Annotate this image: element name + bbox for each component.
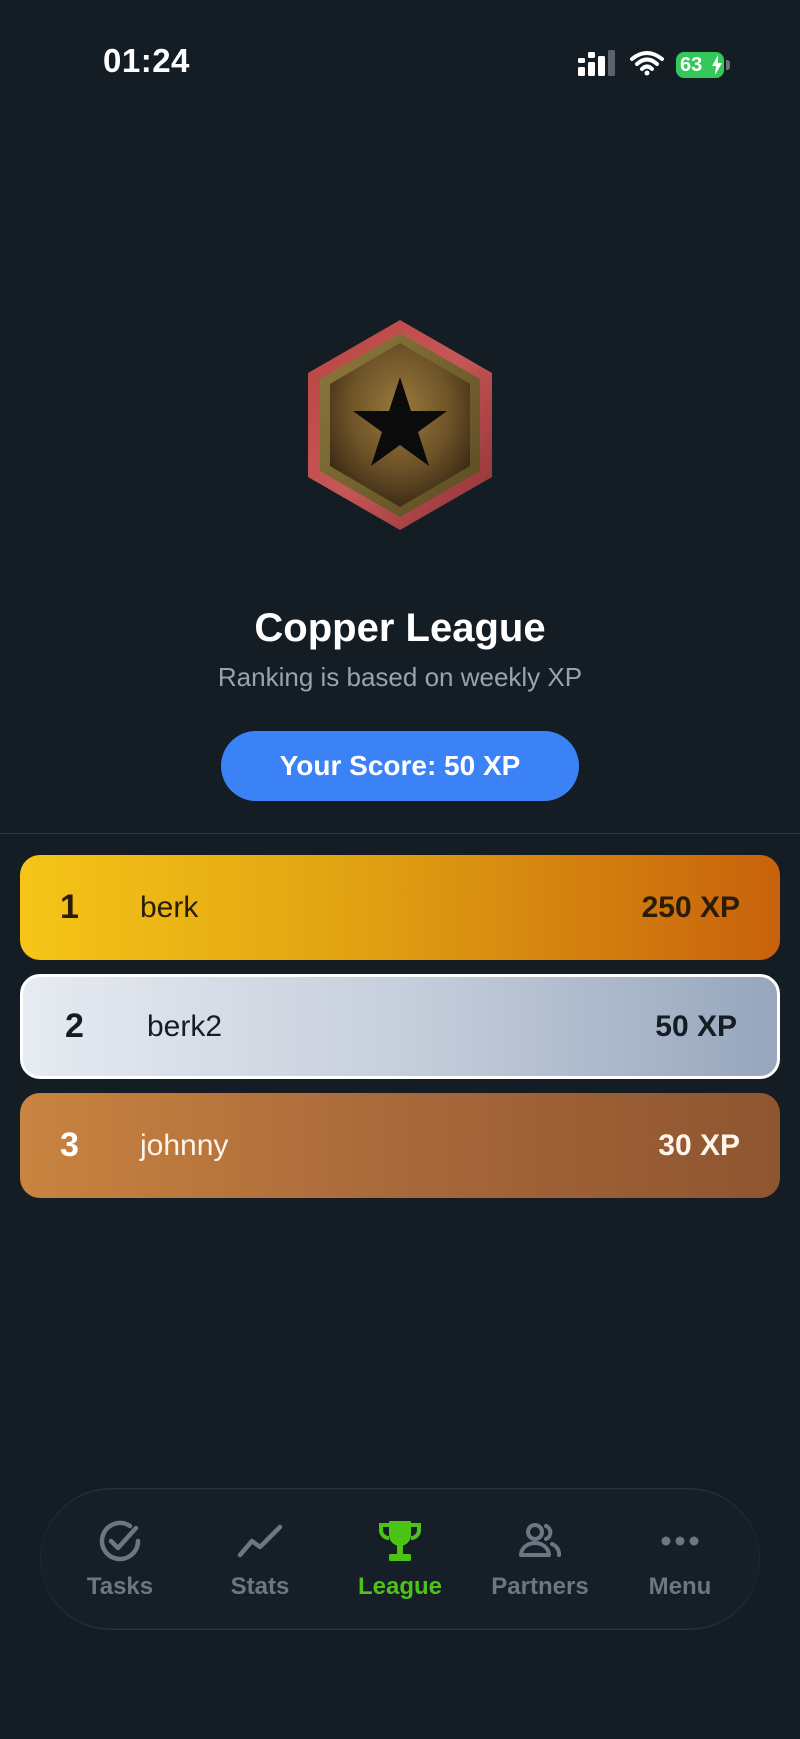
player-name: berk2 bbox=[147, 1009, 223, 1043]
status-icons: 63 bbox=[578, 49, 730, 81]
battery-cap bbox=[726, 60, 730, 70]
charging-bolt-icon bbox=[712, 55, 722, 75]
tab-label: League bbox=[357, 1573, 443, 1600]
copper-league-badge bbox=[300, 315, 500, 535]
tab-partners[interactable]: Partners bbox=[475, 1517, 605, 1601]
leaderboard-row-3[interactable]: 3 johnny 30 XP bbox=[20, 1093, 780, 1198]
player-name: johnny bbox=[140, 1128, 229, 1162]
copper-star-badge-icon bbox=[308, 320, 492, 530]
player-name: berk bbox=[140, 890, 199, 924]
player-xp: 250 XP bbox=[641, 890, 740, 924]
rank-number: 2 bbox=[65, 1007, 84, 1045]
status-time: 01:24 bbox=[103, 42, 190, 79]
more-dots-icon bbox=[661, 1536, 699, 1546]
status-bar: 01:24 63 bbox=[0, 0, 800, 130]
rank-number: 3 bbox=[60, 1126, 79, 1164]
tab-stats[interactable]: Stats bbox=[195, 1517, 325, 1601]
tab-label: Menu bbox=[648, 1573, 712, 1600]
leaderboard-row-2[interactable]: 2 berk2 50 XP bbox=[20, 974, 780, 1079]
league-title: Copper League bbox=[254, 606, 546, 650]
trend-line-icon bbox=[237, 1524, 283, 1558]
tab-menu[interactable]: Menu bbox=[615, 1517, 745, 1601]
rank-number: 1 bbox=[60, 888, 79, 926]
leaderboard-row-1[interactable]: 1 berk 250 XP bbox=[20, 855, 780, 960]
tab-label: Stats bbox=[230, 1573, 290, 1600]
wifi-icon bbox=[630, 50, 664, 81]
tab-label: Tasks bbox=[86, 1573, 154, 1600]
cellular-signal-icon bbox=[578, 49, 618, 81]
player-xp: 30 XP bbox=[658, 1128, 740, 1162]
tab-tasks[interactable]: Tasks bbox=[55, 1517, 185, 1601]
battery-percent: 63 bbox=[680, 53, 703, 76]
tab-bar: Tasks Stats League Partners Menu bbox=[40, 1488, 760, 1630]
trophy-icon bbox=[379, 1521, 421, 1561]
leaderboard: 1 berk 250 XP 2 berk2 50 XP 3 johnny 30 … bbox=[20, 855, 780, 1212]
tab-label: Partners bbox=[491, 1573, 589, 1600]
league-screen: 01:24 63 Copper League Ranking is based … bbox=[0, 0, 800, 1739]
your-score-button[interactable]: Your Score: 50 XP bbox=[221, 731, 579, 801]
users-icon bbox=[519, 1523, 562, 1557]
player-xp: 50 XP bbox=[655, 1009, 737, 1043]
divider bbox=[0, 833, 800, 834]
check-circle-icon bbox=[99, 1520, 141, 1562]
league-subtitle: Ranking is based on weekly XP bbox=[217, 662, 583, 692]
tab-league[interactable]: League bbox=[335, 1517, 465, 1601]
battery-level: 63 bbox=[676, 52, 724, 78]
battery-icon: 63 bbox=[676, 52, 730, 78]
